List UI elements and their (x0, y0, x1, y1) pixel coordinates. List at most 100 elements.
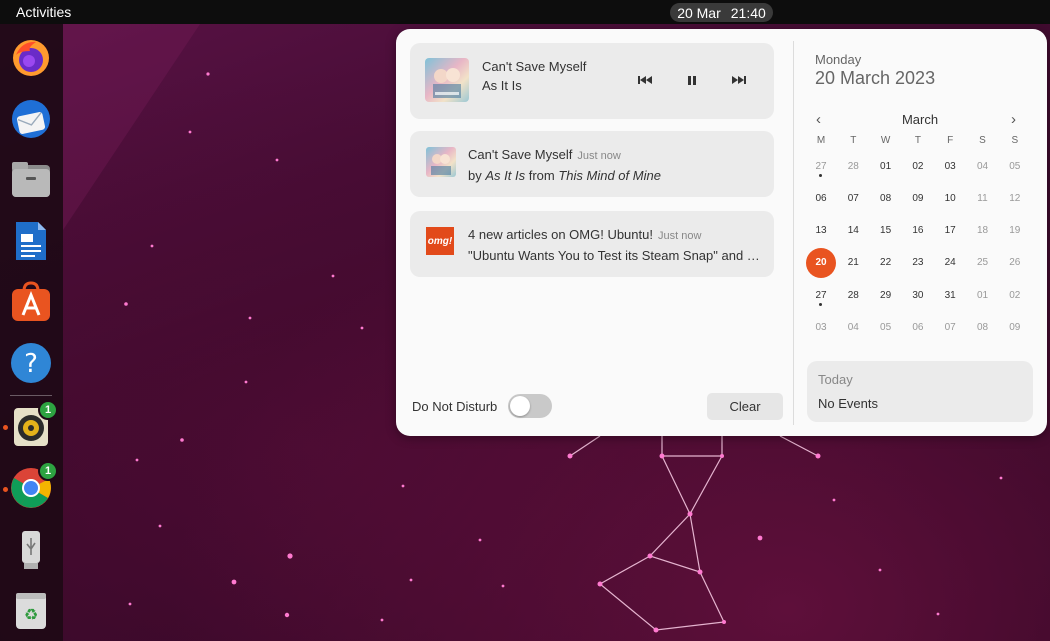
calendar-day[interactable]: 08 (968, 313, 998, 343)
svg-text:♻: ♻ (24, 605, 38, 624)
full-date[interactable]: 20 March 2023 (815, 68, 935, 89)
notification-title-text: 4 new articles on OMG! Ubuntu! (468, 227, 653, 242)
calendar-day[interactable]: 31 (935, 280, 965, 310)
calendar-day[interactable]: 06 (806, 183, 836, 213)
next-track-button[interactable] (728, 71, 750, 89)
month-name: March (901, 112, 939, 127)
calendar-day[interactable]: 02 (903, 151, 933, 181)
dock-item-chrome[interactable]: 1 (10, 461, 58, 509)
calendar-day[interactable]: 04 (838, 313, 868, 343)
calendar-day[interactable]: 05 (871, 313, 901, 343)
pause-button[interactable] (681, 71, 703, 89)
calendar-day[interactable]: 27 (806, 151, 836, 181)
calendar-day[interactable]: 21 (838, 248, 868, 278)
previous-track-button[interactable] (634, 71, 656, 89)
calendar-day[interactable]: 06 (903, 313, 933, 343)
calendar-day[interactable]: 13 (806, 216, 836, 246)
dock-item-usb-drive[interactable] (10, 529, 52, 571)
dock-item-trash[interactable]: ♻ (10, 589, 52, 631)
calendar-day[interactable]: 01 (871, 151, 901, 181)
next-icon (732, 76, 746, 84)
calendar-day[interactable]: 08 (871, 183, 901, 213)
running-indicator (3, 487, 8, 492)
calendar-day[interactable]: 22 (871, 248, 901, 278)
calendar-day[interactable]: 05 (1000, 151, 1030, 181)
usb-drive-icon (22, 531, 40, 569)
events-section[interactable]: Today No Events (807, 361, 1033, 422)
files-icon (12, 162, 50, 197)
calendar-day[interactable]: 12 (1000, 183, 1030, 213)
clock-date: 20 Mar (677, 4, 721, 21)
clear-button[interactable]: Clear (707, 393, 783, 420)
notification-time: Just now (657, 230, 702, 242)
body-from-text: from (528, 168, 555, 183)
calendar-day[interactable]: 15 (871, 216, 901, 246)
body-artist: As It Is (485, 168, 526, 183)
next-month-button[interactable]: › (1011, 111, 1016, 128)
do-not-disturb-toggle[interactable] (508, 394, 552, 418)
calendar-day-today[interactable]: 20 (806, 247, 836, 278)
media-player-card[interactable]: Can't Save Myself As It Is (410, 43, 774, 119)
calendar-day[interactable]: 09 (1000, 313, 1030, 343)
dock-item-thunderbird[interactable] (10, 98, 52, 140)
running-indicator (3, 425, 8, 430)
body-album: This Mind of Mine (558, 168, 661, 183)
calendar-day[interactable]: 26 (1000, 248, 1030, 278)
album-art (425, 58, 469, 102)
calendar-day[interactable]: 03 (935, 151, 965, 181)
calendar-day[interactable]: 14 (838, 216, 868, 246)
calendar-day[interactable]: 03 (806, 313, 836, 343)
events-title: Today (818, 372, 853, 387)
weekday-header: M (816, 134, 826, 146)
calendar-day[interactable]: 18 (968, 216, 998, 246)
calendar-day[interactable]: 24 (935, 248, 965, 278)
toggle-knob (510, 396, 530, 416)
weekday-header: S (1011, 134, 1019, 146)
previous-month-button[interactable]: ‹ (816, 111, 821, 128)
notification-title-text: Can't Save Myself (468, 147, 573, 162)
calendar-day[interactable]: 07 (838, 183, 868, 213)
notification-now-playing[interactable]: Can't Save Myself Just now by As It Is fr… (410, 131, 774, 197)
album-art-thumbnail (426, 147, 456, 177)
calendar-day[interactable]: 25 (968, 248, 998, 278)
dock-item-help[interactable]: ? (10, 342, 52, 384)
calendar-day[interactable]: 27 (806, 280, 836, 310)
thunderbird-icon (12, 100, 50, 138)
calendar-day[interactable]: 01 (968, 280, 998, 310)
calendar-day[interactable]: 16 (903, 216, 933, 246)
weekday-header: T (850, 134, 857, 146)
calendar-day[interactable]: 09 (903, 183, 933, 213)
top-bar: Activities 20 Mar 21:40 (0, 0, 1050, 24)
dock-item-app-center[interactable] (10, 281, 52, 323)
dock-item-files[interactable] (10, 159, 52, 201)
calendar-day[interactable]: 23 (903, 248, 933, 278)
weekday-header: F (947, 134, 954, 146)
calendar-day[interactable]: 19 (1000, 216, 1030, 246)
activities-button[interactable]: Activities (16, 4, 71, 20)
calendar-grid: M T W T F S S 27 28 01 02 03 04 05 06 07 08 09 10 11 12 13 14 1… (806, 133, 1032, 347)
calendar-day[interactable]: 29 (871, 280, 901, 310)
event-indicator-dot (819, 174, 822, 177)
media-title: Can't Save Myself (482, 59, 587, 74)
calendar-day[interactable]: 11 (968, 183, 998, 213)
calendar-day[interactable]: 28 (838, 280, 868, 310)
clock-button[interactable]: 20 Mar 21:40 (670, 3, 773, 22)
dock-item-rhythmbox[interactable]: 1 (10, 400, 58, 448)
weekday-header: T (914, 134, 921, 146)
calendar-day[interactable]: 17 (935, 216, 965, 246)
notification-omg-ubuntu[interactable]: omg! 4 new articles on OMG! Ubuntu! Just … (410, 211, 774, 277)
calendar-day[interactable]: 28 (838, 151, 868, 181)
calendar-day[interactable]: 30 (903, 280, 933, 310)
calendar-day[interactable]: 04 (968, 151, 998, 181)
notification-body: by As It Is from This Mind of Mine (468, 168, 661, 183)
event-indicator-dot (819, 303, 822, 307)
libreoffice-writer-icon (16, 222, 46, 260)
trash-icon: ♻ (16, 593, 46, 629)
calendar-day[interactable]: 10 (935, 183, 965, 213)
body-by-text: by (468, 168, 482, 183)
calendar-day[interactable]: 02 (1000, 280, 1030, 310)
notification-calendar-popover: Can't Save Myself As It Is Can't Save My… (396, 29, 1047, 436)
calendar-day[interactable]: 07 (935, 313, 965, 343)
dock-item-firefox[interactable] (10, 37, 52, 79)
dock-item-libreoffice-writer[interactable] (10, 220, 52, 262)
